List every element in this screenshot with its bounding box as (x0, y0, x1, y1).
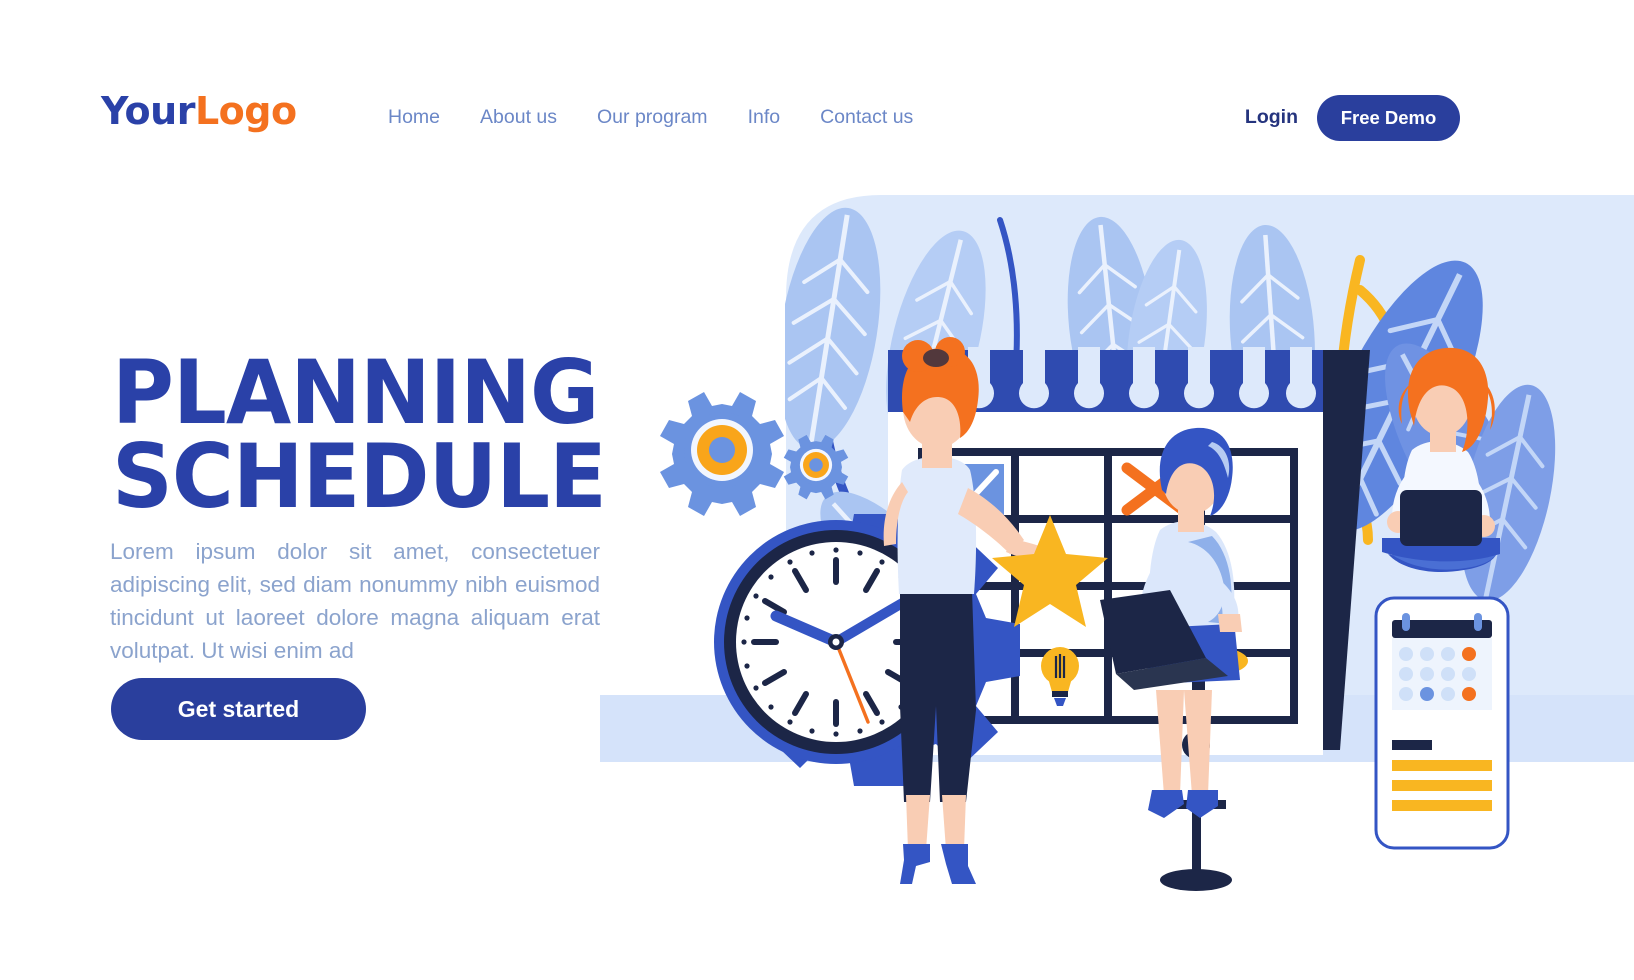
get-started-button[interactable]: Get started (111, 678, 366, 740)
nav-item-about-us[interactable]: About us (480, 103, 557, 131)
page-title: PLANNING SCHEDULE (112, 348, 607, 529)
nav-item-contact-us[interactable]: Contact us (820, 103, 913, 131)
login-link[interactable]: Login (1245, 103, 1298, 131)
brand-logo[interactable]: YourLogo (101, 92, 297, 130)
page-title-line-2: SCHEDULE (112, 425, 607, 529)
landing-page: YourLogo Home About us Our program Info … (0, 0, 1634, 980)
logo-text-primary: Your (101, 89, 195, 133)
site-header: YourLogo Home About us Our program Info … (0, 0, 1634, 180)
logo-text-secondary: Logo (194, 89, 297, 133)
nav-item-home[interactable]: Home (388, 103, 440, 131)
smartphone-calendar-app (1374, 596, 1510, 850)
hero-paragraph: Lorem ipsum dolor sit amet, consectetuer… (110, 538, 600, 663)
nav-item-info[interactable]: Info (748, 103, 781, 131)
free-demo-button[interactable]: Free Demo (1317, 95, 1460, 141)
nav-item-our-program[interactable]: Our program (597, 103, 708, 131)
main-navigation: Home About us Our program Info Contact u… (388, 103, 913, 131)
hero-illustration (600, 150, 1634, 910)
